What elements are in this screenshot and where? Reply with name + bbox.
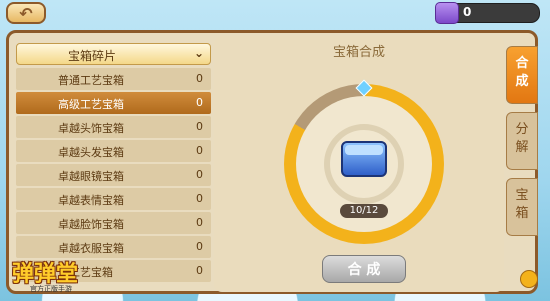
list-item[interactable]: 卓越脸饰宝箱 0 [16, 212, 211, 234]
currency-value: 0 [463, 5, 472, 19]
progress-text: 10/12 [349, 205, 379, 216]
item-count: 0 [196, 120, 203, 133]
item-name: 卓越脸饰宝箱 [58, 218, 124, 231]
list-item[interactable]: 高级工艺宝箱 0 [16, 92, 211, 114]
item-count: 0 [196, 144, 203, 157]
item-name: 卓越眼镜宝箱 [58, 170, 124, 183]
back-button[interactable]: ↶ [6, 2, 46, 24]
list-item[interactable]: 卓越衣服宝箱 0 [16, 236, 211, 258]
item-count: 0 [196, 240, 203, 253]
logo-subtitle: 官方正版手游 [30, 285, 72, 293]
tab-decompose[interactable]: 分解 [506, 112, 538, 170]
list-item[interactable]: 卓越头发宝箱 0 [16, 140, 211, 162]
chest-lid [345, 145, 383, 155]
item-count: 0 [196, 264, 203, 277]
category-label: 宝箱碎片 [67, 49, 116, 63]
blue-treasure-chest-icon [341, 141, 387, 177]
top-bar: ↶ 0 [0, 0, 550, 26]
currency-display: 0 [435, 2, 540, 24]
synthesis-panel: 宝箱合成 10/12 合 成 [214, 36, 504, 292]
game-logo: 弹弹堂 官方正版手游 [12, 256, 108, 296]
category-dropdown[interactable]: 宝箱碎片 ⌄ [16, 43, 211, 65]
tab-label: 分解 [515, 122, 529, 155]
progress-badge: 10/12 [340, 204, 388, 218]
item-name: 卓越表情宝箱 [58, 194, 124, 207]
tab-label: 宝箱 [515, 188, 529, 221]
item-name: 卓越头饰宝箱 [58, 122, 124, 135]
item-name: 卓越衣服宝箱 [58, 242, 124, 255]
list-item[interactable]: 卓越头饰宝箱 0 [16, 116, 211, 138]
item-count: 0 [196, 216, 203, 229]
chest-fragment-list: 普通工艺宝箱 0 高级工艺宝箱 0 卓越头饰宝箱 0 卓越头发宝箱 0 卓越眼镜宝箱 0 … [16, 68, 211, 284]
side-tabs: 合成 分解 宝箱 [506, 46, 538, 244]
list-item[interactable]: 普通工艺宝箱 0 [16, 68, 211, 90]
item-count: 0 [196, 192, 203, 205]
item-name: 高级工艺宝箱 [58, 98, 124, 111]
tab-combine[interactable]: 合成 [506, 46, 538, 104]
tab-label: 合成 [515, 56, 529, 89]
item-name: 卓越头发宝箱 [58, 146, 124, 159]
chevron-down-icon: ⌄ [193, 46, 204, 60]
tab-chest[interactable]: 宝箱 [506, 178, 538, 236]
panel-title: 宝箱合成 [332, 45, 385, 60]
list-item[interactable]: 卓越眼镜宝箱 0 [16, 164, 211, 186]
item-count: 0 [196, 96, 203, 109]
list-item[interactable]: 卓越表情宝箱 0 [16, 188, 211, 210]
combine-button[interactable]: 合 成 [322, 255, 406, 283]
back-arrow-icon: ↶ [19, 3, 33, 23]
sparkle-icon [520, 270, 538, 288]
item-count: 0 [196, 72, 203, 85]
item-count: 0 [196, 168, 203, 181]
item-name: 普通工艺宝箱 [58, 74, 124, 87]
purple-gem-icon [435, 2, 459, 24]
